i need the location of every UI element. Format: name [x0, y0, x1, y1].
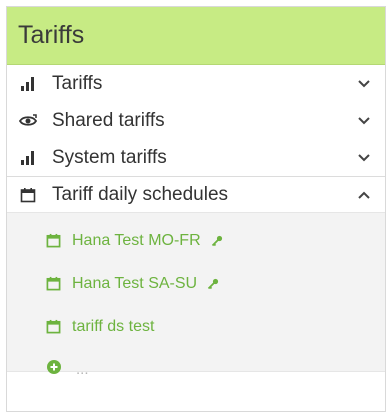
panel-title: Tariffs [18, 21, 85, 49]
chevron-down-icon[interactable] [357, 114, 371, 128]
panel-header: Tariffs [7, 7, 385, 65]
calendar-icon [46, 276, 62, 292]
plus-circle-icon [46, 359, 62, 380]
shared-eye-icon [18, 111, 38, 131]
calendar-icon [18, 185, 38, 205]
schedule-item-hana-test-sa-su[interactable]: Hana Test SA-SU [7, 262, 385, 305]
calendar-icon [46, 233, 62, 249]
menu-item-label: Tariff daily schedules [52, 183, 229, 205]
calendar-icon [46, 319, 62, 335]
menu-item-system-tariffs[interactable]: System tariffs [7, 139, 385, 176]
menu-item-shared-tariffs[interactable]: Shared tariffs [7, 102, 385, 139]
menu-item-label: Tariffs [52, 72, 103, 94]
menu-item-label: Shared tariffs [52, 109, 165, 131]
menu-item-label: System tariffs [52, 146, 167, 168]
chevron-down-icon[interactable] [357, 77, 371, 91]
bar-chart-icon [18, 148, 38, 168]
bar-chart-icon [18, 74, 38, 94]
add-placeholder: ... [76, 361, 89, 378]
chevron-up-icon[interactable] [357, 188, 371, 202]
add-schedule-button[interactable]: ... [7, 348, 385, 391]
key-icon [211, 235, 223, 247]
schedule-item-tariff-ds-test[interactable]: tariff ds test [7, 305, 385, 348]
schedule-item-hana-test-mo-fr[interactable]: Hana Test MO-FR [7, 219, 385, 262]
chevron-down-icon[interactable] [357, 151, 371, 165]
schedules-submenu: Hana Test MO-FR Hana Test SA-SU tariff d… [7, 213, 385, 378]
tariffs-panel: Tariffs Tariffs Shared tariffs System ta… [6, 6, 386, 412]
key-icon [207, 278, 219, 290]
menu-item-tariff-daily-schedules[interactable]: Tariff daily schedules [7, 176, 385, 213]
schedule-label: Hana Test SA-SU [72, 274, 198, 292]
menu-item-tariffs[interactable]: Tariffs [7, 65, 385, 102]
schedule-label: Hana Test MO-FR [72, 231, 201, 249]
schedule-label: tariff ds test [72, 317, 155, 335]
